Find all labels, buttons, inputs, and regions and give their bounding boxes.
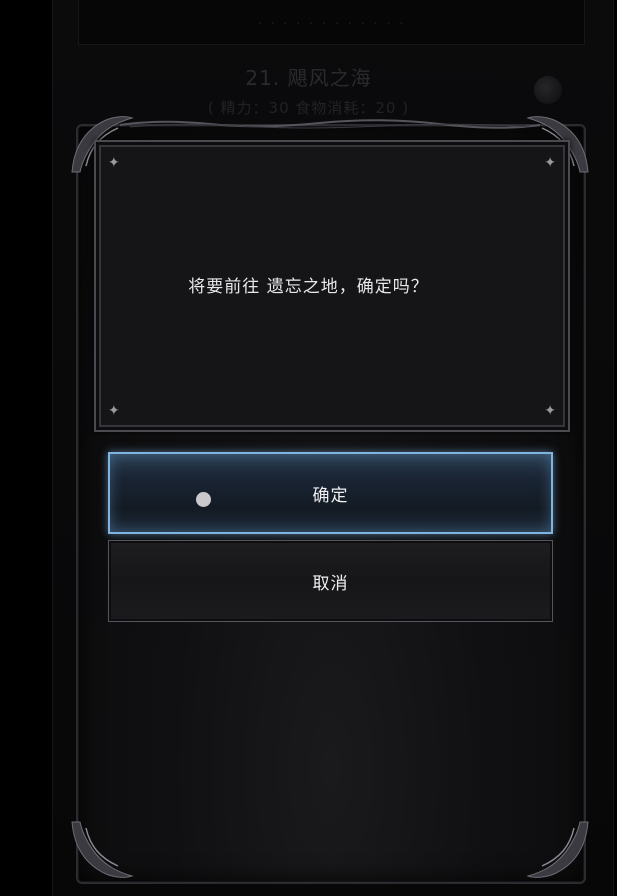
- confirm-button-label: 确定: [312, 485, 349, 506]
- cancel-button-label: 取消: [312, 573, 349, 594]
- sparkle-icon: ✦: [544, 403, 556, 419]
- dialog-message: 将要前往 遗忘之地，确定吗？: [188, 277, 429, 297]
- background-level-title: 21. 飓风之海: [245, 66, 372, 90]
- sparkle-icon: ✦: [544, 155, 556, 171]
- confirm-button[interactable]: 确定: [108, 452, 553, 534]
- cancel-button[interactable]: 取消: [108, 540, 553, 622]
- sparkle-icon: ✦: [108, 155, 120, 171]
- background-header: · · · · · · · · · · · ·: [78, 0, 585, 45]
- background-level-info: ( 精力：30 食物消耗：20 ): [207, 99, 410, 117]
- background-header-text: · · · · · · · · · · · ·: [257, 16, 406, 32]
- sparkle-icon: ✦: [108, 403, 120, 419]
- background-gem-icon: [534, 76, 562, 104]
- ornament-top-bar-icon: [120, 119, 540, 129]
- touch-cursor-icon: [196, 492, 211, 507]
- game-screen: · · · · · · · · · · · · 21. 飓风之海 ( 精力：30…: [0, 0, 617, 896]
